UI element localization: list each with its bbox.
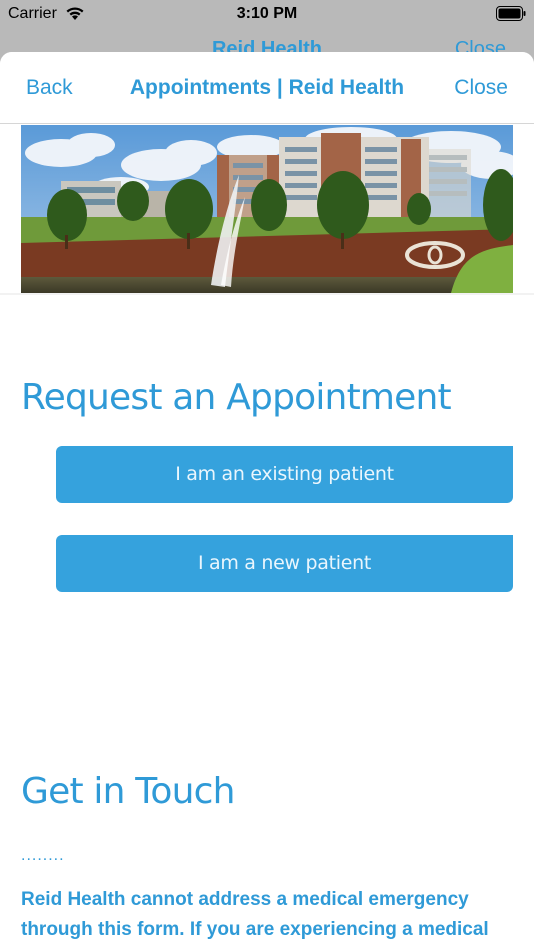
back-button[interactable]: Back (26, 76, 73, 100)
status-bar: Carrier 3:10 PM (0, 0, 534, 30)
appointments-sheet: Back Appointments | Reid Health Close Re… (0, 52, 534, 950)
request-appointment-heading: Request an Appointment (21, 377, 452, 418)
navigation-bar: Back Appointments | Reid Health Close (0, 52, 534, 124)
clock: 3:10 PM (236, 5, 298, 22)
close-button[interactable]: Close (454, 76, 508, 100)
dotted-divider: ........ (21, 847, 65, 864)
hospital-hero-image (21, 125, 513, 293)
hero-divider (0, 293, 534, 295)
battery-icon (496, 6, 526, 21)
existing-patient-button[interactable]: I am an existing patient (56, 446, 513, 503)
emergency-notice: Reid Health cannot address a medical eme… (21, 889, 489, 940)
new-patient-button[interactable]: I am a new patient (56, 535, 513, 592)
web-content[interactable]: Request an Appointment I am an existing … (0, 125, 534, 950)
get-in-touch-heading: Get in Touch (21, 771, 235, 812)
